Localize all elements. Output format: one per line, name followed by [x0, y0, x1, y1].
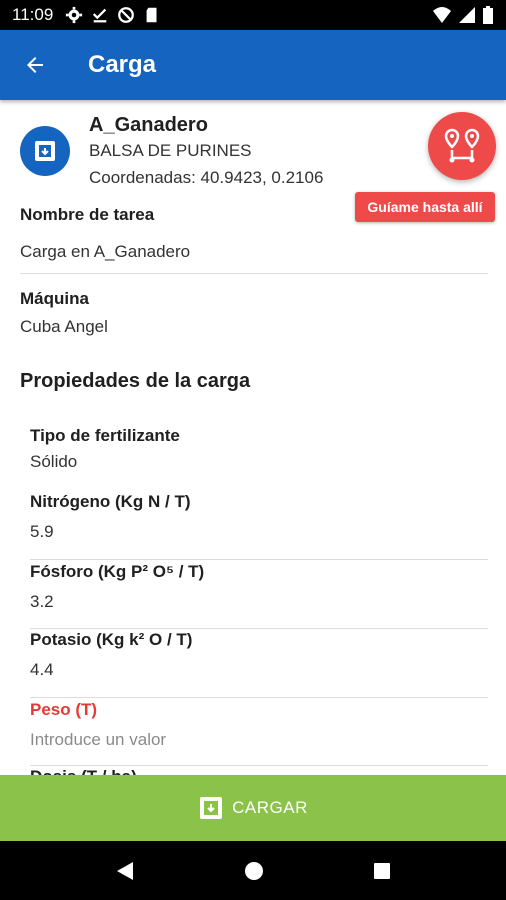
- potassium-input[interactable]: 4.4: [30, 660, 488, 680]
- no-disturb-icon: [118, 7, 135, 23]
- task-name-field: Nombre de tarea Carga en A_Ganadero: [20, 205, 488, 262]
- load-button[interactable]: CARGAR: [0, 775, 506, 841]
- machine-value[interactable]: Cuba Angel: [20, 317, 488, 337]
- upload-box-icon: [200, 797, 223, 819]
- load-button-label: CARGAR: [232, 798, 308, 817]
- phosphorus-input[interactable]: 3.2: [30, 592, 488, 612]
- potassium-label: Potasio (Kg k² O / T): [30, 630, 193, 649]
- back-triangle-icon[interactable]: [114, 860, 136, 882]
- fertilizer-type-label: Tipo de fertilizante: [30, 426, 180, 445]
- navigate-fab[interactable]: [428, 112, 496, 180]
- status-time: 11:09: [12, 5, 54, 24]
- weight-field: Peso (T) Introduce un valor: [30, 700, 488, 750]
- weight-input[interactable]: Introduce un valor: [30, 730, 488, 750]
- location-avatar: [20, 126, 70, 176]
- app-bar: Carga: [0, 30, 506, 100]
- content-area[interactable]: A_Ganadero BALSA DE PURINES Coordenadas:…: [0, 100, 506, 775]
- divider: [20, 273, 488, 274]
- dose-label: Dosis (T / ha): [30, 767, 488, 775]
- location-icon: [35, 141, 55, 161]
- nitrogen-field: Nitrógeno (Kg N / T) 5.9: [30, 492, 488, 542]
- gear-icon: [66, 6, 83, 24]
- machine-field: Máquina Cuba Angel: [20, 289, 488, 337]
- dose-field: Dosis (T / ha): [30, 767, 488, 775]
- system-nav-bar: [0, 841, 506, 900]
- recents-square-icon[interactable]: [372, 861, 392, 881]
- potassium-field: Potasio (Kg k² O / T) 4.4: [30, 630, 488, 680]
- divider: [30, 765, 488, 766]
- back-button[interactable]: [0, 30, 70, 100]
- status-bar: 11:09: [0, 0, 506, 30]
- sim-card-icon: [146, 7, 157, 23]
- weight-label: Peso (T): [30, 700, 98, 719]
- location-coordinates: Coordenadas: 40.9423, 0.2106: [89, 168, 324, 187]
- task-name-value[interactable]: Carga en A_Ganadero: [20, 242, 488, 262]
- divider: [30, 697, 488, 698]
- nitrogen-input[interactable]: 5.9: [30, 522, 488, 542]
- task-name-label: Nombre de tarea: [20, 205, 155, 224]
- machine-label: Máquina: [20, 289, 89, 308]
- divider: [30, 559, 488, 560]
- fertilizer-type-value[interactable]: Sólido: [30, 452, 488, 472]
- location-type: BALSA DE PURINES: [89, 141, 252, 160]
- page-title: Carga: [88, 51, 157, 78]
- signal-icon: [459, 7, 475, 23]
- home-circle-icon[interactable]: [243, 860, 265, 882]
- phosphorus-label: Fósforo (Kg P² O⁵ / T): [30, 562, 205, 581]
- divider: [30, 628, 488, 629]
- arrow-left-icon: [27, 57, 43, 73]
- fertilizer-type-field: Tipo de fertilizante Sólido: [30, 426, 488, 472]
- phosphorus-field: Fósforo (Kg P² O⁵ / T) 3.2: [30, 562, 488, 612]
- location-name: A_Ganadero: [89, 114, 208, 136]
- battery-icon: [483, 6, 493, 24]
- wifi-icon: [433, 7, 451, 23]
- nitrogen-label: Nitrógeno (Kg N / T): [30, 492, 191, 511]
- properties-title: Propiedades de la carga: [20, 370, 251, 392]
- route-icon: [444, 128, 480, 163]
- check-download-icon: [93, 8, 107, 23]
- status-right-icons: [432, 6, 494, 24]
